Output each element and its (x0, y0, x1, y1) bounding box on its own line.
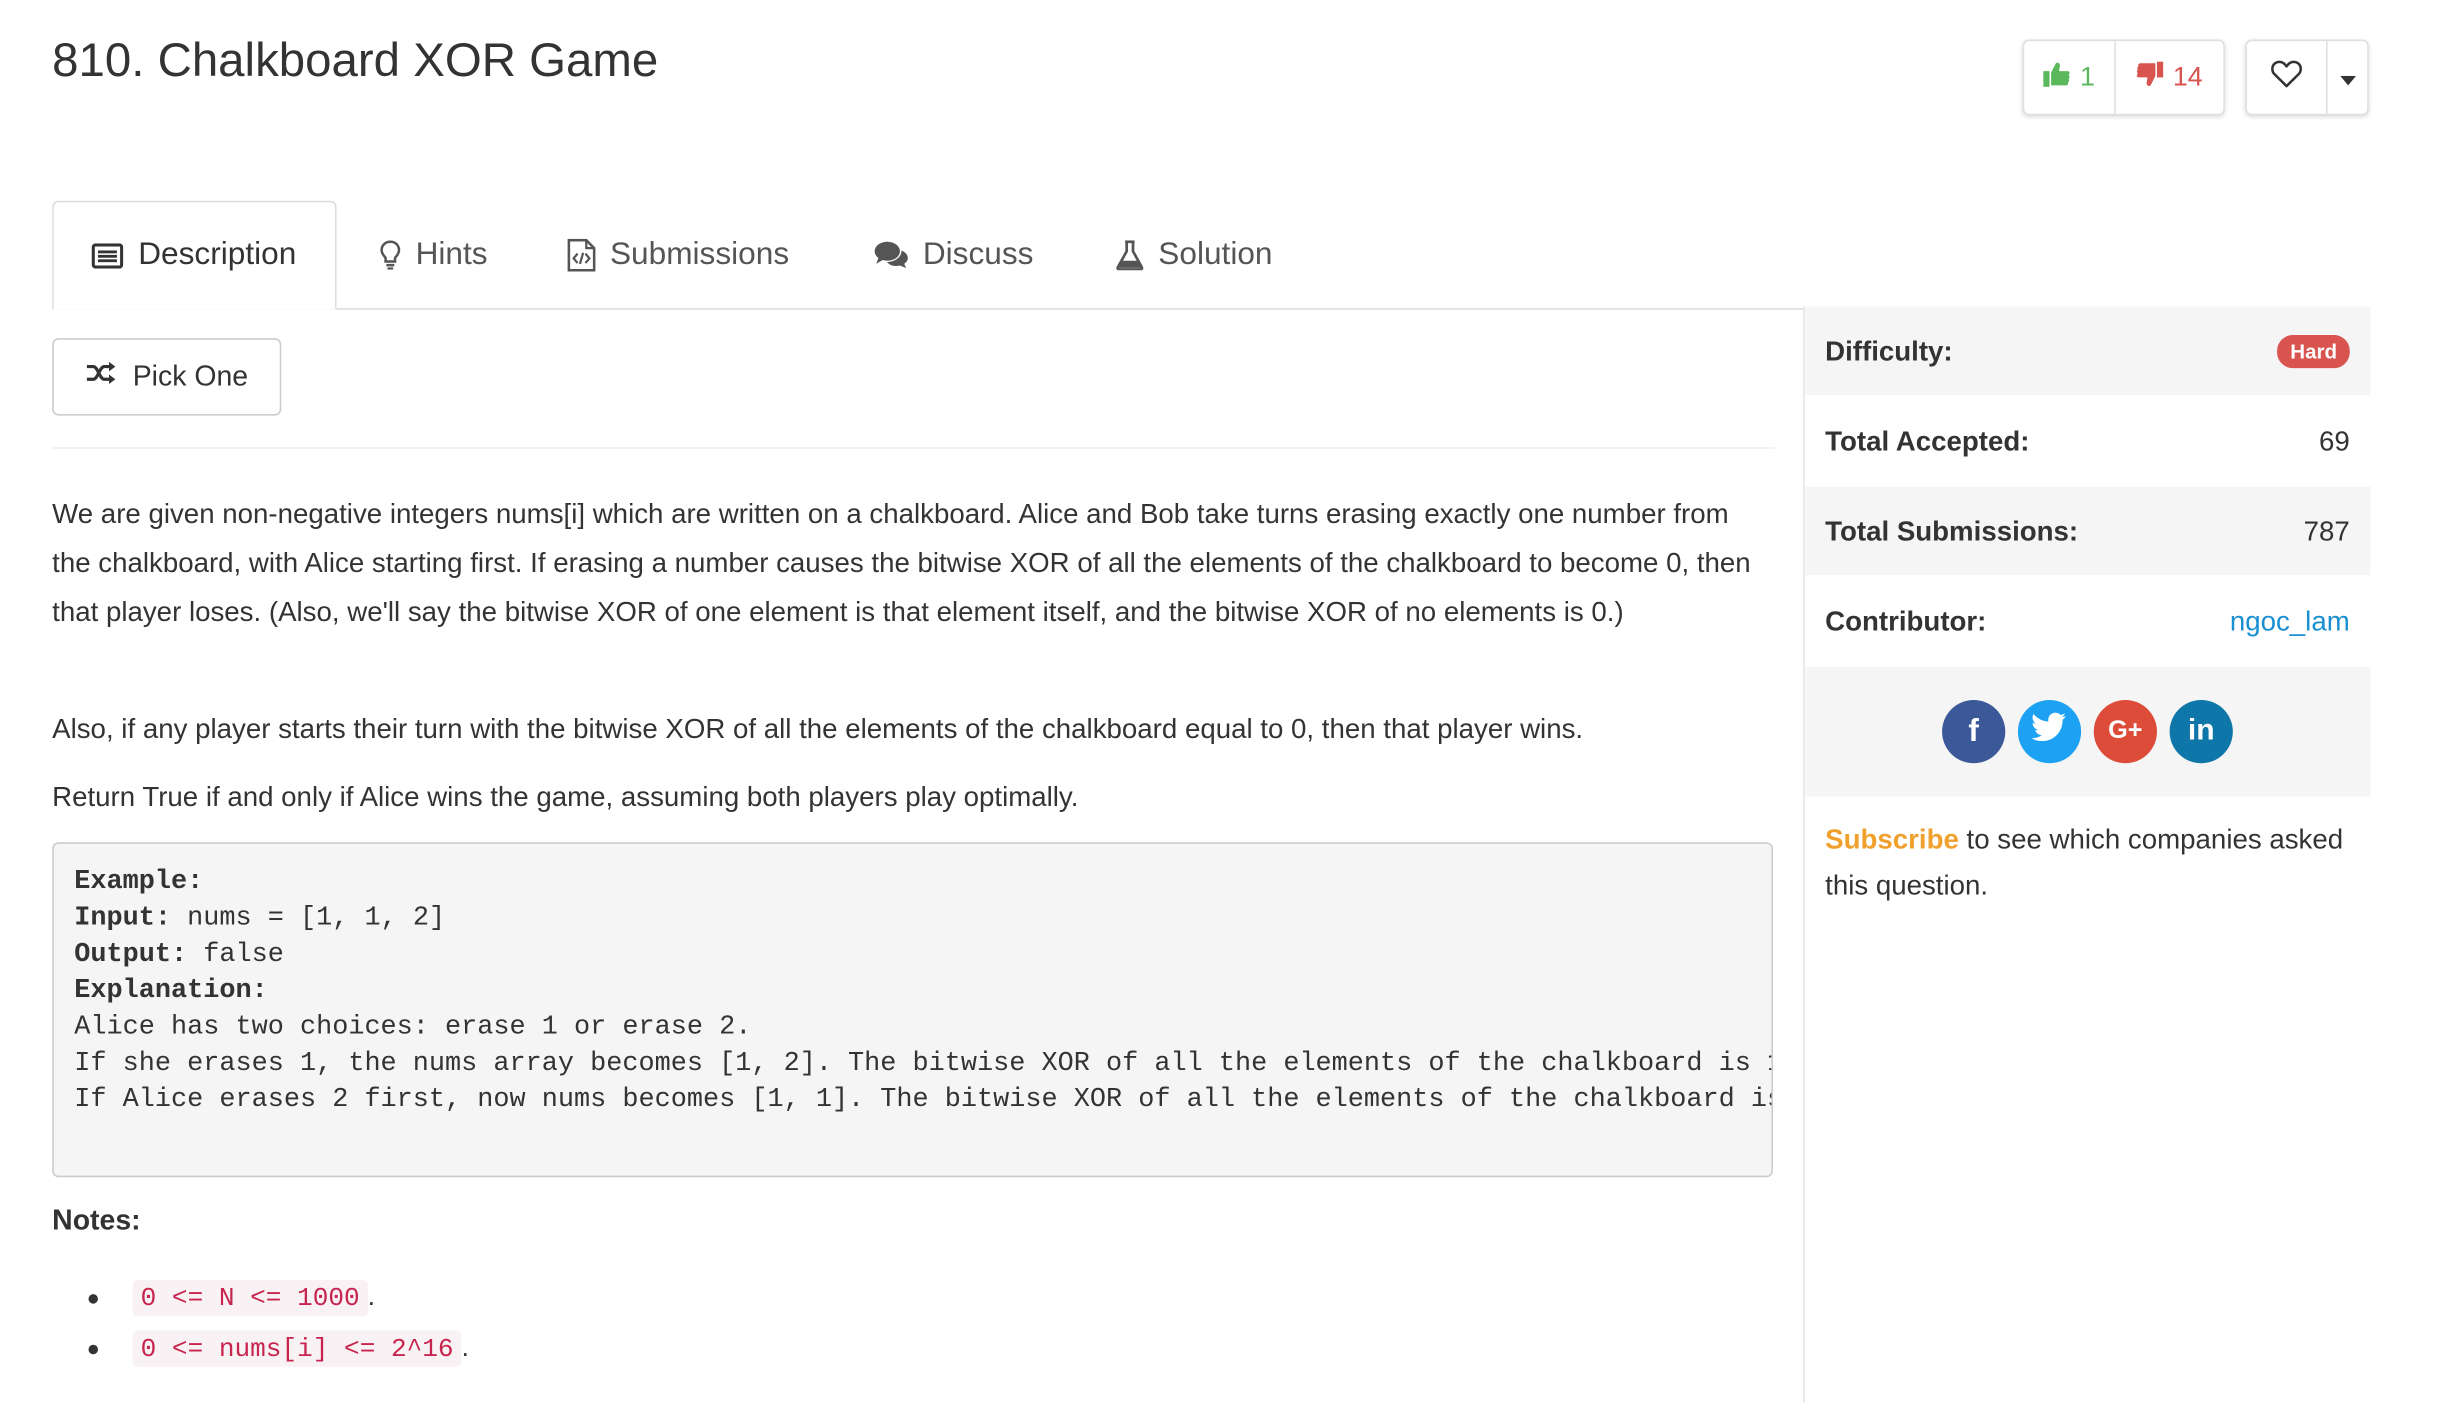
pick-one-button[interactable]: Pick One (52, 338, 282, 416)
contributor-link[interactable]: ngoc_lam (2230, 604, 2350, 637)
list-icon (92, 242, 124, 268)
accepted-label: Total Accepted: (1825, 424, 2030, 456)
pick-one-label: Pick One (132, 360, 249, 392)
twitter-icon (2031, 712, 2067, 751)
explanation-line: Alice has two choices: erase 1 or erase … (74, 1012, 752, 1043)
tab-hints-label: Hints (415, 236, 488, 272)
linkedin-share-button[interactable]: in (2169, 700, 2233, 764)
like-count: 1 (2079, 61, 2095, 92)
output-value: false (187, 940, 284, 971)
notes-list: 0 <= N <= 1000. 0 <= nums[i] <= 2^16. (98, 1272, 469, 1373)
like-button[interactable]: 1 (2024, 41, 2114, 114)
example-content: Example: Input: nums = [1, 1, 2] Output:… (74, 864, 1771, 1118)
submissions-row: Total Submissions: 787 (1804, 486, 2371, 576)
tab-description[interactable]: Description (52, 200, 337, 310)
tab-submissions-label: Submissions (609, 236, 790, 272)
description-paragraph: We are given non-negative integers nums[… (52, 497, 1751, 628)
caret-down-icon (2339, 62, 2356, 94)
favorite-group (2245, 39, 2369, 116)
accepted-value: 69 (2318, 424, 2350, 456)
tab-bar: Description Hints Submissions Discuss So… (52, 200, 2369, 310)
flask-icon (1116, 239, 1144, 270)
twitter-share-button[interactable] (2017, 700, 2082, 764)
difficulty-badge: Hard (2277, 334, 2350, 368)
social-share-bar: f G+ in (1804, 666, 2371, 797)
description-paragraph: Also, if any player starts their turn wi… (52, 712, 1584, 745)
tab-solution-label: Solution (1158, 236, 1273, 272)
explanation-label: Explanation: (74, 976, 268, 1007)
note-code: 0 <= nums[i] <= 2^16 (132, 1329, 462, 1367)
example-heading: Example: (74, 867, 204, 898)
tab-discuss-label: Discuss (922, 236, 1034, 272)
example-code-block: Example: Input: nums = [1, 1, 2] Output:… (52, 842, 1773, 1178)
heart-icon (2271, 59, 2303, 95)
sidebar: Difficulty: Hard Total Accepted: 69 Tota… (1803, 306, 2371, 1403)
list-item: 0 <= nums[i] <= 2^16. (98, 1323, 469, 1374)
google-plus-icon: G+ (2108, 717, 2143, 745)
contributor-label: Contributor: (1825, 604, 1987, 637)
list-item: 0 <= N <= 1000. (98, 1272, 469, 1323)
explanation-line: If Alice erases 2 first, now nums become… (74, 1085, 1773, 1116)
difficulty-row: Difficulty: Hard (1804, 306, 2371, 396)
tab-solution[interactable]: Solution (1116, 201, 1273, 308)
favorite-dropdown-button[interactable] (2326, 41, 2367, 114)
note-code: 0 <= N <= 1000 (132, 1279, 368, 1316)
facebook-icon: f (1968, 713, 1979, 749)
content-divider (52, 447, 1775, 449)
google-plus-share-button[interactable]: G+ (2093, 700, 2157, 764)
shuffle-icon (85, 360, 117, 393)
subscribe-link[interactable]: Subscribe (1825, 823, 1959, 855)
note-punctuation: . (367, 1281, 376, 1312)
note-punctuation: . (461, 1332, 469, 1363)
dislike-button[interactable]: 14 (2114, 41, 2223, 114)
thumbs-up-icon (2043, 61, 2071, 94)
explanation-line: If she erases 1, the nums array becomes … (74, 1049, 1773, 1080)
submissions-label: Total Submissions: (1825, 514, 2079, 546)
subscribe-notice: Subscribe to see which companies asked t… (1825, 817, 2346, 909)
vote-group: 1 14 (2022, 39, 2225, 116)
thumbs-down-icon (2136, 60, 2164, 94)
comments-icon (874, 240, 909, 269)
lightbulb-icon (379, 239, 401, 269)
contributor-row: Contributor: ngoc_lam (1805, 577, 2371, 665)
favorite-button[interactable] (2247, 41, 2326, 114)
description-paragraph: Return True if and only if Alice wins th… (52, 780, 1079, 813)
tab-discuss[interactable]: Discuss (874, 201, 1034, 308)
input-label: Input: (74, 903, 172, 934)
code-file-icon (567, 238, 596, 271)
dislike-count: 14 (2172, 61, 2203, 92)
difficulty-label: Difficulty: (1825, 334, 1953, 366)
tab-submissions[interactable]: Submissions (567, 201, 789, 308)
tab-description-label: Description (138, 237, 297, 272)
facebook-share-button[interactable]: f (1942, 700, 2006, 764)
linkedin-icon: in (2187, 714, 2215, 748)
output-label: Output: (74, 940, 188, 971)
input-value: nums = [1, 1, 2] (171, 903, 446, 934)
problem-title: 810. Chalkboard XOR Game (52, 34, 659, 87)
tab-hints[interactable]: Hints (379, 201, 488, 308)
submissions-value: 787 (2303, 514, 2350, 546)
accepted-row: Total Accepted: 69 (1805, 397, 2371, 485)
notes-heading: Notes: (52, 1204, 141, 1236)
